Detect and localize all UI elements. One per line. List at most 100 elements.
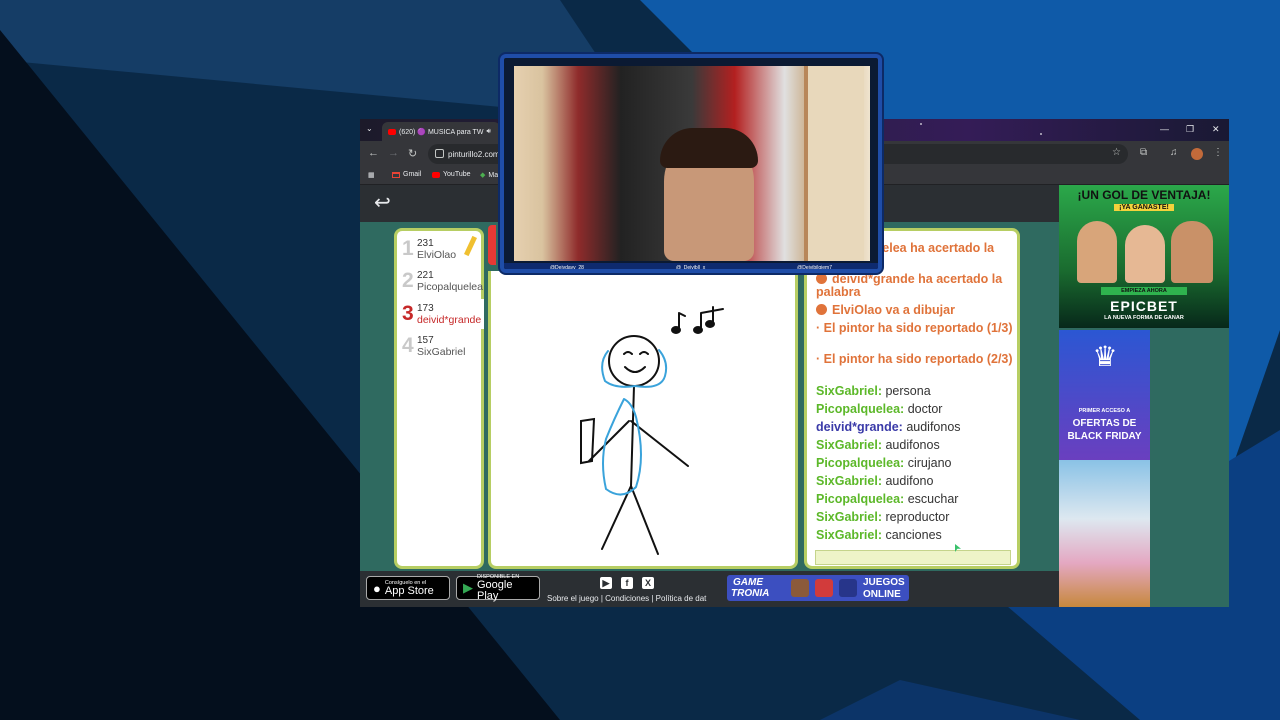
bookmark-label: Gmail bbox=[403, 171, 422, 178]
chat-username: SixGabriel: bbox=[816, 474, 882, 488]
reload-icon[interactable]: ↻ bbox=[408, 147, 417, 160]
restore-icon[interactable]: ❐ bbox=[1186, 124, 1194, 135]
bookmark-maps[interactable]: ◆ Ma bbox=[480, 171, 499, 180]
player-row: 4 157 SixGabriel bbox=[400, 331, 484, 361]
chat-message: Picopalquelea: doctor bbox=[816, 402, 942, 416]
player-row: 2 221 Picopalquelea bbox=[400, 266, 484, 296]
chat-message: SixGabriel: canciones bbox=[816, 528, 942, 542]
player-name: Picopalquelea bbox=[417, 281, 483, 293]
play-icon: ▶ bbox=[463, 580, 473, 595]
site-info-icon[interactable] bbox=[435, 149, 444, 158]
speaker-icon[interactable]: 🔊︎ bbox=[486, 128, 490, 136]
player-name: ElviOlao bbox=[417, 249, 457, 261]
player-score: 173 bbox=[417, 303, 434, 314]
media-control-icon[interactable]: ♫ bbox=[1170, 147, 1178, 158]
system-message: · El pintor ha sido reportado (1/3) bbox=[816, 321, 1013, 335]
exit-room-icon[interactable]: ↩ bbox=[374, 193, 391, 213]
epicbet-ad[interactable]: ¡UN GOL DE VENTAJA! ¡YA GANASTE! EMPIEZA… bbox=[1059, 185, 1229, 328]
streamer-hair bbox=[660, 128, 758, 168]
chat-username: Picopalquelea: bbox=[816, 402, 905, 416]
game-thumb bbox=[839, 579, 857, 597]
system-message: deivid*grande ha acertado la palabra bbox=[816, 272, 1003, 299]
chat-message: deivid*grande: audifonos bbox=[816, 420, 961, 434]
system-message: ElviOlao va a dibujar bbox=[816, 304, 1016, 317]
ad2-small: PRIMER ACCESO A bbox=[1078, 408, 1131, 414]
system-message: quelea ha acertado la bbox=[867, 241, 995, 255]
facebook-icon[interactable]: f bbox=[621, 577, 633, 589]
player-list: 1 231 ElviOlao 2 221 Picopalquelea 3 173… bbox=[394, 228, 484, 569]
player-row: 3 173 deivid*grande bbox=[400, 299, 484, 329]
chat-username: Picopalquelea: bbox=[816, 456, 905, 470]
ad-cta: EMPIEZA AHORA bbox=[1101, 287, 1187, 295]
browser-tab[interactable]: (620) 🟣 MUSICA para TW 🔊︎ bbox=[382, 122, 500, 141]
chat-text: doctor bbox=[907, 402, 943, 416]
drawing-blue-outline bbox=[602, 398, 642, 496]
footer-links[interactable]: Sobre el juego | Condiciones | Política … bbox=[547, 594, 706, 603]
gametronia-text: ONLINE bbox=[863, 589, 901, 600]
chat-message: Picopalquelea: escuchar bbox=[816, 492, 958, 506]
door bbox=[804, 66, 864, 261]
youtube-icon bbox=[432, 171, 440, 178]
chat-text: persona bbox=[885, 384, 931, 398]
gametronia-banner[interactable]: GAME TRONIA JUEGOS ONLINE bbox=[727, 575, 909, 601]
tab-title: (620) 🟣 MUSICA para TW bbox=[399, 128, 484, 136]
google-play-button[interactable]: ▶ DISPONIBLE EN Google Play bbox=[456, 574, 540, 602]
bookmark-star-icon[interactable]: ☆ bbox=[1112, 147, 1121, 158]
bookmark-gmail[interactable]: Gmail bbox=[392, 171, 421, 178]
player-score: 221 bbox=[417, 270, 434, 281]
chat-username: Picopalquelea: bbox=[816, 492, 905, 506]
ad-top: ♛ PRIMER ACCESO A OFERTAS DE BLACK FRIDA… bbox=[1059, 330, 1150, 460]
chat-username: SixGabriel: bbox=[816, 510, 882, 524]
bookmark-youtube[interactable]: YouTube bbox=[432, 171, 471, 178]
ad2-big: OFERTAS DE bbox=[1072, 418, 1137, 429]
ad-tagline: LA NUEVA FORMA DE GANAR bbox=[1104, 315, 1184, 321]
correct-icon bbox=[816, 273, 827, 284]
forward-arrow-icon[interactable]: → bbox=[388, 147, 399, 159]
ad-sub: ¡YA GANASTE! bbox=[1114, 204, 1174, 211]
crown-anchor-icon: ♛ bbox=[1092, 341, 1118, 372]
chat-username: SixGabriel: bbox=[816, 438, 882, 452]
chat-text: audifonos bbox=[906, 420, 961, 434]
drawing-body-legs bbox=[601, 385, 659, 555]
chat-input[interactable] bbox=[815, 550, 1011, 565]
youtube-icon bbox=[388, 128, 396, 135]
tab-search-icon[interactable]: ⌄ bbox=[366, 124, 373, 133]
profile-avatar[interactable] bbox=[1191, 148, 1203, 160]
chat-text: audifono bbox=[885, 474, 934, 488]
store-big-text: App Store bbox=[384, 584, 434, 597]
back-arrow-icon[interactable]: ← bbox=[368, 147, 379, 159]
chat-panel: quelea ha acertado la deivid*grande ha a… bbox=[804, 228, 1020, 569]
handle: @Deivibilgiem7 bbox=[797, 265, 832, 271]
minimize-icon[interactable]: — bbox=[1160, 124, 1169, 134]
ad-person bbox=[1125, 225, 1165, 283]
youtube-social-icon[interactable]: ▶ bbox=[600, 577, 612, 589]
url-text: pinturillo2.com bbox=[448, 149, 500, 159]
chat-message: SixGabriel: reproductor bbox=[816, 510, 949, 524]
drawing bbox=[580, 306, 724, 555]
gametronia-text: TRONIA bbox=[731, 588, 770, 599]
chat-text: escuchar bbox=[907, 492, 959, 506]
apps-grid-icon[interactable]: ▦ bbox=[368, 171, 375, 179]
chat-text: canciones bbox=[885, 528, 942, 542]
store-big-text: Google Play bbox=[477, 579, 513, 602]
close-window-icon[interactable]: ✕ bbox=[1212, 124, 1220, 135]
chat-message: SixGabriel: audifono bbox=[816, 474, 933, 488]
apple-icon: ● bbox=[373, 580, 381, 596]
player-rank: 3 bbox=[402, 302, 414, 325]
extensions-icon[interactable]: ⧉ bbox=[1140, 147, 1147, 158]
handle: @Deivdavv_28 bbox=[549, 265, 584, 271]
word-hint-tab bbox=[488, 225, 496, 265]
drawing-canvas[interactable] bbox=[488, 271, 798, 569]
gametronia-text: JUEGOS bbox=[863, 577, 905, 588]
x-twitter-icon[interactable]: X bbox=[642, 577, 654, 589]
chat-message: SixGabriel: persona bbox=[816, 384, 931, 398]
handle: @_Deivibll_x bbox=[675, 265, 706, 271]
game-footer: ● Consíguelo en el App Store ▶ DISPONIBLE… bbox=[360, 571, 1059, 607]
game-thumb bbox=[815, 579, 833, 597]
webcam-video bbox=[514, 66, 870, 261]
royal-caribbean-ad[interactable]: ♛ PRIMER ACCESO A OFERTAS DE BLACK FRIDA… bbox=[1059, 330, 1150, 607]
menu-kebab-icon[interactable]: ⋮ bbox=[1213, 147, 1223, 158]
bookmark-label: Ma bbox=[488, 171, 499, 179]
ad-person bbox=[1171, 221, 1213, 283]
app-store-button[interactable]: ● Consíguelo en el App Store bbox=[366, 576, 450, 600]
